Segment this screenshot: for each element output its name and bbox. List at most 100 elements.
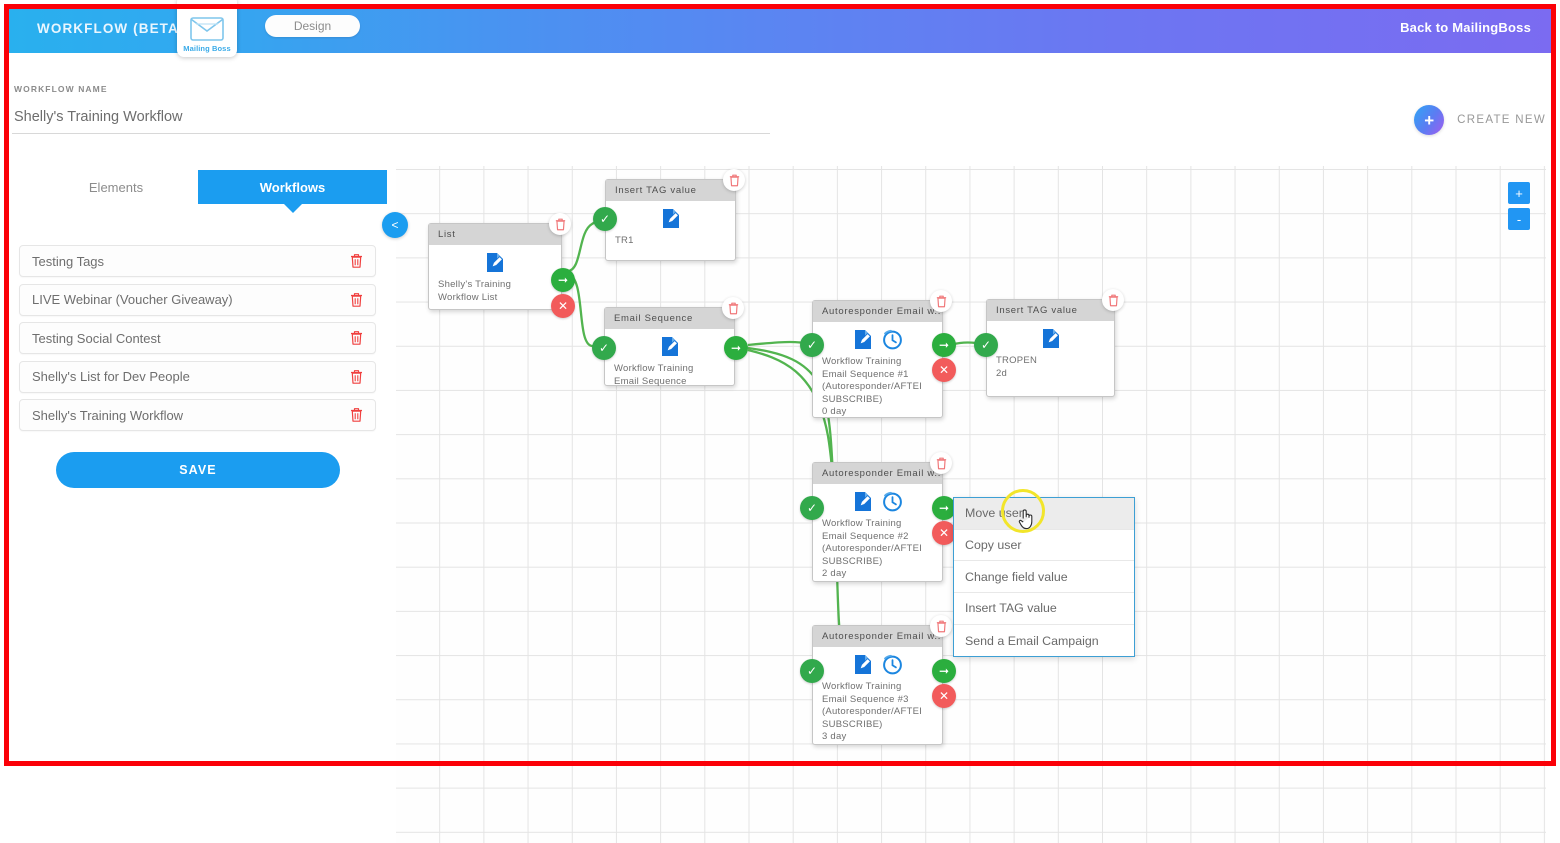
output-port[interactable]: ➞ xyxy=(551,268,575,292)
list-item-label: Testing Social Contest xyxy=(32,330,161,346)
menu-item-send-email-campaign[interactable]: Send a Email Campaign xyxy=(954,625,1134,657)
delete-icon[interactable] xyxy=(350,408,363,423)
document-edit-icon xyxy=(661,208,681,229)
panel-tabs: Elements Workflows xyxy=(12,170,387,213)
delete-icon[interactable] xyxy=(930,615,952,637)
node-insert-tag-1[interactable]: Insert TAG value TR1 ✓ xyxy=(593,169,745,261)
delete-icon[interactable] xyxy=(722,297,744,319)
envelope-icon xyxy=(190,17,224,41)
tab-elements-label: Elements xyxy=(88,179,144,195)
node-text: Workflow Training Email Sequence #3 (Autor… xyxy=(822,681,923,743)
output-port[interactable]: ➞ xyxy=(932,659,956,683)
clock-icon xyxy=(882,491,903,512)
node-icons xyxy=(822,491,933,512)
node-header: List xyxy=(429,224,561,245)
hand-cursor-icon xyxy=(1018,508,1035,530)
save-button[interactable]: SAVE xyxy=(56,452,340,488)
node-icons xyxy=(614,336,725,357)
node-text: Shelly's Training Workflow List xyxy=(438,279,512,303)
output-port[interactable]: ➞ xyxy=(724,336,748,360)
back-to-mailingboss-link[interactable]: Back to MailingBoss xyxy=(1400,20,1531,35)
list-item-label: Testing Tags xyxy=(32,253,105,269)
node-header: Autoresponder Email w... xyxy=(813,301,942,322)
delete-icon[interactable] xyxy=(549,213,571,235)
delete-icon[interactable] xyxy=(723,169,745,191)
remove-port[interactable]: ✕ xyxy=(551,294,575,318)
list-item[interactable]: Testing Tags xyxy=(19,245,376,277)
zoom-out-button[interactable]: - xyxy=(1508,208,1530,230)
tab-workflows[interactable]: Workflows xyxy=(198,170,387,213)
create-new-button[interactable]: + CREATE NEW xyxy=(1414,105,1546,135)
tab-elements[interactable]: Elements xyxy=(56,170,176,204)
collapse-panel-button[interactable]: < xyxy=(382,212,408,238)
node-header: Email Sequence xyxy=(605,308,734,329)
node-header: Autoresponder Email w... xyxy=(813,626,942,647)
workflow-name-label: WORKFLOW NAME xyxy=(14,84,108,94)
menu-item-change-field-value[interactable]: Change field value xyxy=(954,561,1134,594)
input-port[interactable]: ✓ xyxy=(800,333,824,357)
document-edit-icon xyxy=(853,329,873,350)
node-autoresponder-3[interactable]: Autoresponder Email w... Workflow Traini… xyxy=(800,615,956,745)
node-body: Workflow Training Email Sequence xyxy=(605,329,734,397)
node-body: Workflow Training Email Sequence #3 (Autor… xyxy=(813,647,942,753)
clock-icon xyxy=(882,329,903,350)
workflow-name-input[interactable] xyxy=(12,104,770,134)
tab-design[interactable]: Design xyxy=(265,15,360,37)
input-port[interactable]: ✓ xyxy=(974,333,998,357)
node-text: Workflow Training Email Sequence xyxy=(614,363,694,387)
input-port[interactable]: ✓ xyxy=(592,336,616,360)
delete-icon[interactable] xyxy=(350,292,363,307)
output-port[interactable]: ➞ xyxy=(932,333,956,357)
remove-port[interactable]: ✕ xyxy=(932,358,956,382)
list-item-label: Shelly's List for Dev People xyxy=(32,369,190,384)
menu-item-insert-tag-value[interactable]: Insert TAG value xyxy=(954,593,1134,625)
node-body: TR1 xyxy=(606,201,735,257)
document-edit-icon xyxy=(485,252,505,273)
node-insert-tag-2[interactable]: Insert TAG value TROPEN 2d ✓ xyxy=(974,289,1124,397)
app-header: WORKFLOW (BETA) Design Back to MailingBo… xyxy=(9,9,1551,53)
list-item[interactable]: LIVE Webinar (Voucher Giveaway) xyxy=(19,283,376,316)
node-icons xyxy=(438,252,552,273)
node-text: Workflow Training Email Sequence #2 (Autor… xyxy=(822,518,923,580)
delete-icon[interactable] xyxy=(350,254,363,269)
app-root: WORKFLOW (BETA) Design Back to MailingBo… xyxy=(0,0,1560,843)
page-title: WORKFLOW (BETA) xyxy=(37,21,185,36)
node-body: Workflow Training Email Sequence #1 (Autor… xyxy=(813,322,942,428)
list-item[interactable]: Shelly's Training Workflow xyxy=(19,399,376,431)
list-item[interactable]: Shelly's List for Dev People xyxy=(19,360,376,393)
node-body: Workflow Training Email Sequence #2 (Autor… xyxy=(813,484,942,590)
tab-design-label: Design xyxy=(293,19,332,33)
node-list[interactable]: List Shelly's Training Workflow List ➞ ✕ xyxy=(428,213,575,318)
delete-icon[interactable] xyxy=(350,331,363,346)
plus-icon: + xyxy=(1414,105,1445,135)
input-port[interactable]: ✓ xyxy=(593,207,617,231)
node-email-sequence[interactable]: Email Sequence Workflow Training Email Se… xyxy=(592,297,748,387)
document-edit-icon xyxy=(1041,328,1061,349)
node-header: Autoresponder Email w... xyxy=(813,463,942,484)
delete-icon[interactable] xyxy=(930,452,952,474)
node-text: TR1 xyxy=(615,235,634,246)
node-icons xyxy=(615,208,726,229)
node-text: Workflow Training Email Sequence #1 (Autor… xyxy=(822,356,923,418)
list-item[interactable]: Testing Social Contest xyxy=(19,322,376,354)
mailing-boss-logo[interactable]: Mailing Boss xyxy=(177,0,237,57)
input-port[interactable]: ✓ xyxy=(800,496,824,520)
node-autoresponder-2[interactable]: Autoresponder Email w... Workflow Traini… xyxy=(800,452,956,582)
node-autoresponder-1[interactable]: Autoresponder Email w... Workflow Traini… xyxy=(800,290,956,418)
menu-item-move-user[interactable]: Move user xyxy=(954,498,1134,530)
document-edit-icon xyxy=(853,491,873,512)
context-menu: Move user Copy user Change field value I… xyxy=(953,497,1135,658)
delete-icon[interactable] xyxy=(930,290,952,312)
menu-item-copy-user[interactable]: Copy user xyxy=(954,530,1134,562)
remove-port[interactable]: ✕ xyxy=(932,684,956,708)
node-icons xyxy=(996,328,1105,349)
node-body: Shelly's Training Workflow List xyxy=(429,245,561,313)
node-header: Insert TAG value xyxy=(987,300,1114,321)
zoom-in-button[interactable]: + xyxy=(1508,182,1530,204)
delete-icon[interactable] xyxy=(350,369,363,384)
node-icons xyxy=(822,329,933,350)
node-body: TROPEN 2d xyxy=(987,321,1114,389)
tab-workflows-label: Workflows xyxy=(259,179,326,195)
delete-icon[interactable] xyxy=(1102,289,1124,311)
input-port[interactable]: ✓ xyxy=(800,659,824,683)
